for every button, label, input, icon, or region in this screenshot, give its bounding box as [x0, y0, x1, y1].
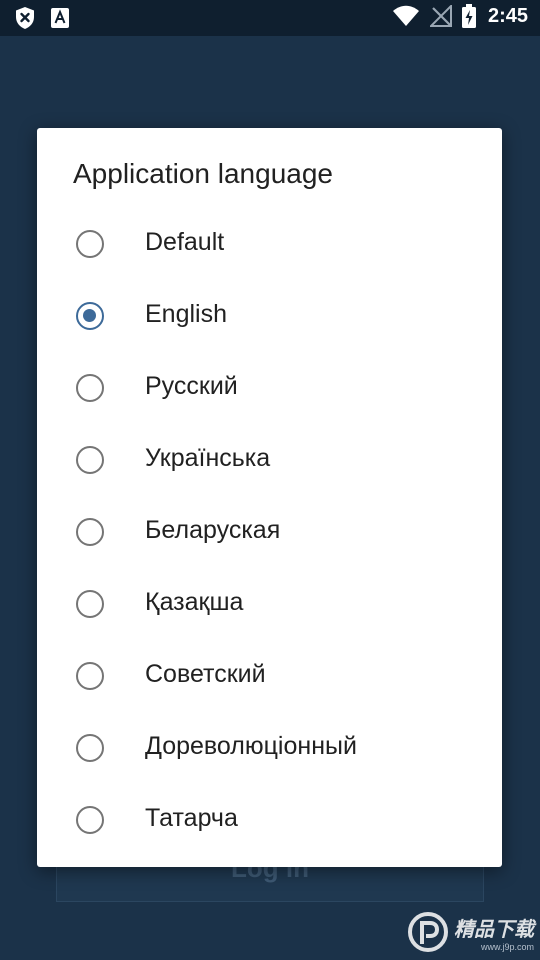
status-time: 2:45	[487, 4, 528, 27]
language-option-default[interactable]: Default	[37, 208, 502, 280]
status-bar: 2:45	[0, 0, 540, 36]
watermark-logo-icon	[408, 912, 448, 952]
watermark: 精品下载 www.j9p.com	[408, 912, 534, 952]
language-option-kazakh[interactable]: Қазақша	[37, 568, 502, 640]
language-dialog: Application language Default English Рус…	[37, 128, 502, 867]
shield-x-icon	[14, 6, 36, 30]
language-option-soviet[interactable]: Советский	[37, 640, 502, 712]
radio-button[interactable]	[76, 230, 104, 258]
option-label: Дореволюціонный	[145, 732, 357, 760]
radio-button[interactable]	[76, 590, 104, 618]
radio-button[interactable]	[76, 518, 104, 546]
radio-button[interactable]	[76, 662, 104, 690]
dialog-title: Application language	[73, 158, 333, 189]
language-option-ukrainian[interactable]: Українська	[37, 424, 502, 496]
radio-button[interactable]	[76, 734, 104, 762]
radio-button[interactable]	[76, 374, 104, 402]
language-options-list: Default English Русский Українська Белар…	[37, 208, 502, 856]
battery-charging-icon	[461, 4, 476, 28]
watermark-subtext: www.j9p.com	[480, 941, 534, 952]
option-label: Українська	[145, 444, 271, 472]
radio-button[interactable]	[76, 806, 104, 834]
font-a-icon	[50, 7, 70, 29]
watermark-text: 精品下载	[454, 918, 534, 941]
option-label: Советский	[145, 660, 266, 688]
radio-button[interactable]	[76, 446, 104, 474]
radio-button[interactable]	[76, 302, 104, 330]
option-label: Татарча	[145, 804, 238, 832]
no-signal-icon	[428, 3, 452, 27]
screen: 2:45 Log in Application language Default…	[0, 0, 540, 960]
language-option-belarusian[interactable]: Беларуская	[37, 496, 502, 568]
language-option-russian[interactable]: Русский	[37, 352, 502, 424]
watermark-text-group: 精品下载 www.j9p.com	[454, 913, 534, 952]
status-right-icons: 2:45	[392, 3, 528, 28]
option-label: Беларуская	[145, 516, 281, 544]
language-option-english[interactable]: English	[37, 280, 502, 352]
language-option-prerevolutionary[interactable]: Дореволюціонный	[37, 712, 502, 784]
option-label: Қазақша	[145, 588, 244, 616]
wifi-icon	[392, 5, 420, 27]
option-label: English	[145, 300, 227, 328]
option-label: Default	[145, 228, 225, 256]
status-left-icons	[14, 6, 70, 30]
option-label: Русский	[145, 372, 238, 400]
language-option-tatar[interactable]: Татарча	[37, 784, 502, 856]
